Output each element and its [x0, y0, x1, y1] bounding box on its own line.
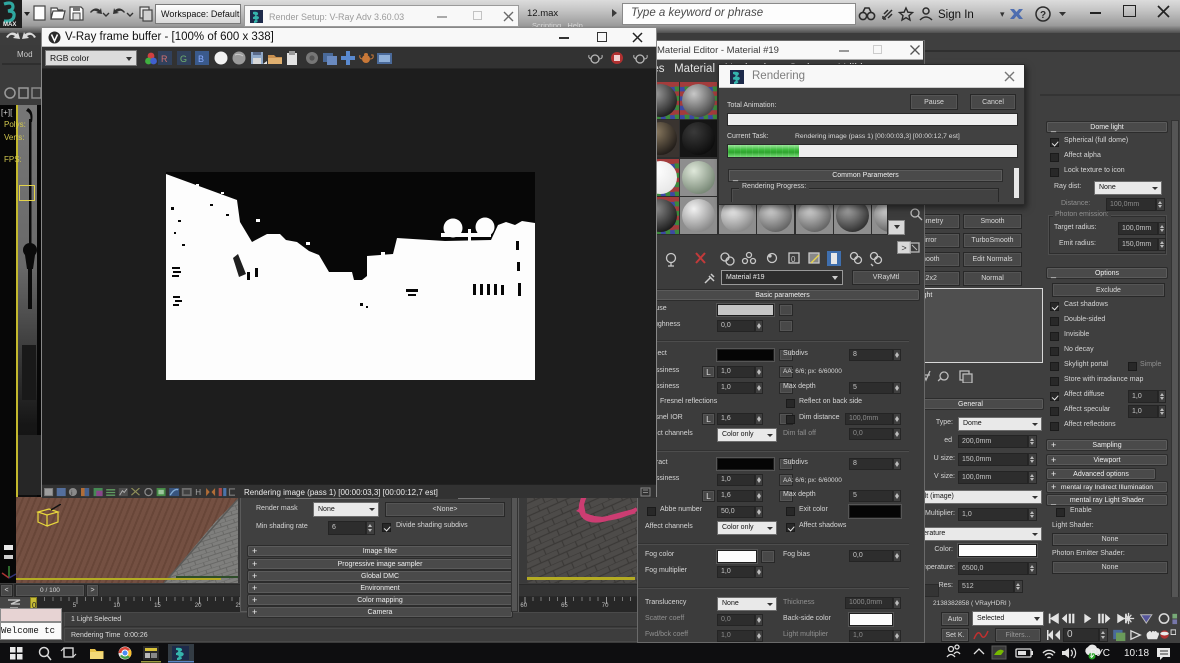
svg-text:Sign In: Sign In: [938, 9, 974, 21]
svg-text:?: ?: [1040, 10, 1046, 21]
svg-text:B: B: [198, 54, 204, 64]
svg-text:G: G: [180, 54, 187, 64]
svg-text:i: i: [71, 490, 72, 497]
svg-text:R: R: [161, 54, 168, 64]
svg-text:▾: ▾: [1000, 9, 1005, 19]
svg-text:MAX: MAX: [3, 22, 16, 28]
svg-text:10:18: 10:18: [1124, 648, 1149, 659]
svg-text:H: H: [195, 488, 201, 497]
svg-text:РУС: РУС: [1090, 648, 1110, 659]
svg-text:0: 0: [791, 255, 796, 264]
